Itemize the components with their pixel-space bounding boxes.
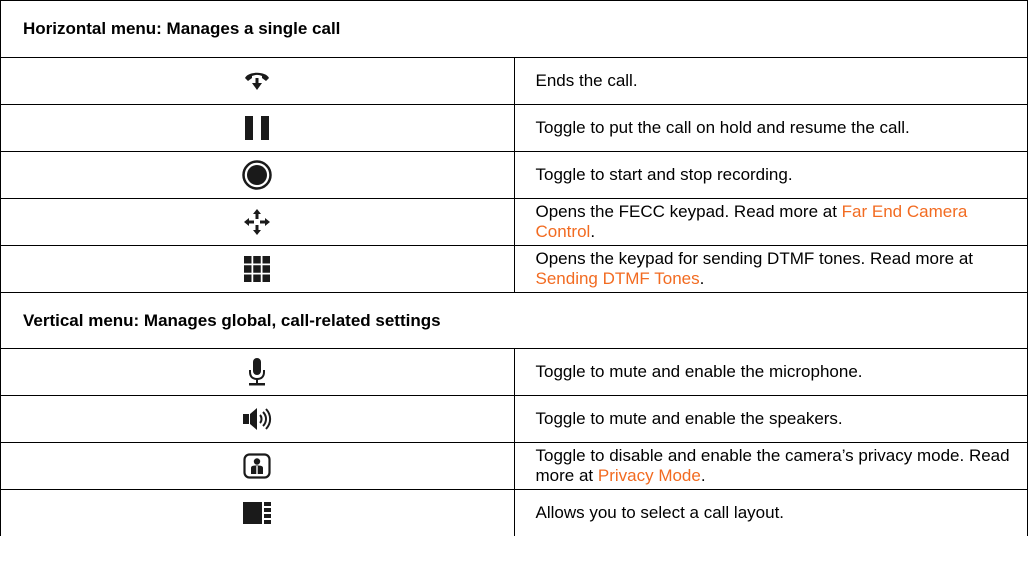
row-description: Allows you to select a call layout. bbox=[513, 489, 1028, 536]
section-header-vertical: Vertical menu: Manages global, call-rela… bbox=[0, 292, 1028, 349]
icon-cell bbox=[0, 57, 515, 105]
icon-cell bbox=[0, 151, 515, 199]
speaker-icon bbox=[243, 408, 272, 430]
row-description: Toggle to mute and enable the microphone… bbox=[513, 348, 1028, 396]
table-row: Toggle to mute and enable the speakers. bbox=[0, 395, 1028, 443]
icon-cell bbox=[0, 348, 515, 396]
section-header-horizontal: Horizontal menu: Manages a single call bbox=[0, 0, 1028, 58]
table-row: Toggle to start and stop recording. bbox=[0, 151, 1028, 199]
icon-cell bbox=[0, 104, 515, 152]
section-header-row: Horizontal menu: Manages a single call bbox=[0, 0, 1028, 58]
table-row: Allows you to select a call layout. bbox=[0, 489, 1028, 536]
row-description: Opens the keypad for sending DTMF tones.… bbox=[513, 245, 1028, 293]
link-privacy-mode[interactable]: Privacy Mode bbox=[598, 466, 701, 485]
table-row: Opens the keypad for sending DTMF tones.… bbox=[0, 245, 1028, 293]
icon-cell bbox=[0, 245, 515, 293]
move-arrows-icon bbox=[244, 209, 271, 235]
icon-cell bbox=[0, 442, 515, 490]
row-description: Ends the call. bbox=[513, 57, 1028, 105]
icon-cell bbox=[0, 198, 515, 246]
icon-cell bbox=[0, 395, 515, 443]
keypad-grid-icon bbox=[244, 256, 271, 282]
microphone-icon bbox=[249, 358, 266, 386]
table-row: Ends the call. bbox=[0, 57, 1028, 105]
end-call-icon bbox=[245, 72, 270, 90]
row-description: Toggle to mute and enable the speakers. bbox=[513, 395, 1028, 443]
row-description: Toggle to start and stop recording. bbox=[513, 151, 1028, 199]
pause-icon bbox=[245, 116, 270, 140]
section-header-row: Vertical menu: Manages global, call-rela… bbox=[0, 292, 1028, 349]
layout-icon bbox=[243, 502, 272, 524]
row-description: Opens the FECC keypad. Read more at Far … bbox=[513, 198, 1028, 246]
table-row: Toggle to disable and enable the camera’… bbox=[0, 442, 1028, 490]
row-description: Toggle to put the call on hold and resum… bbox=[513, 104, 1028, 152]
record-icon bbox=[242, 160, 272, 190]
table-row: Opens the FECC keypad. Read more at Far … bbox=[0, 198, 1028, 246]
link-sending-dtmf-tones[interactable]: Sending DTMF Tones bbox=[536, 269, 700, 288]
table-row: Toggle to put the call on hold and resum… bbox=[0, 104, 1028, 152]
icon-cell bbox=[0, 489, 515, 536]
camera-privacy-icon bbox=[243, 453, 271, 479]
call-menu-table: Horizontal menu: Manages a single call E… bbox=[0, 0, 1028, 536]
table-row: Toggle to mute and enable the microphone… bbox=[0, 348, 1028, 396]
row-description: Toggle to disable and enable the camera’… bbox=[513, 442, 1028, 490]
